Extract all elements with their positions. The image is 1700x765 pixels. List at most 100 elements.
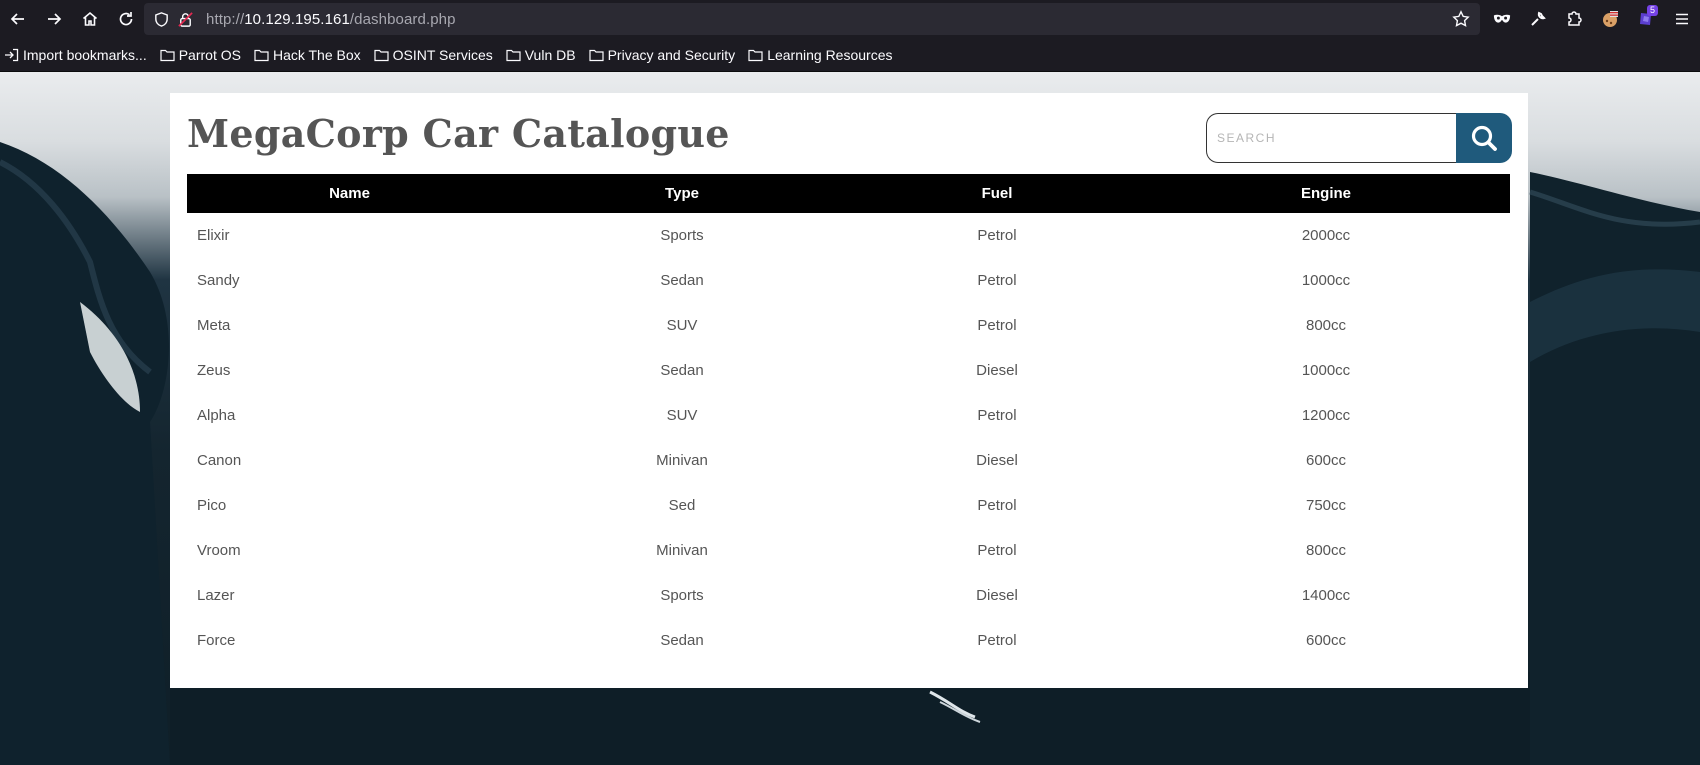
- cell-engine: 800cc: [1305, 542, 1347, 559]
- cell-type: SUV: [666, 407, 698, 424]
- folder-icon: [588, 49, 604, 61]
- cell-name: Canon: [197, 452, 242, 469]
- cell-engine: 1000cc: [1301, 362, 1351, 379]
- table-header-row: Name Type Fuel Engine: [187, 174, 1510, 213]
- forward-arrow-icon: [48, 13, 62, 25]
- cell-type: Minivan: [656, 452, 708, 469]
- column-header-fuel[interactable]: Fuel: [852, 174, 1142, 213]
- catalogue-card: MegaCorp Car Catalogue Name Type Fuel En…: [170, 93, 1528, 688]
- bookmark-label: Parrot OS: [178, 46, 241, 63]
- wrench-icon[interactable]: [1520, 0, 1556, 38]
- table-row: Force Sedan Petrol 600cc: [187, 618, 1510, 663]
- bookmark-osint-services[interactable]: OSINT Services: [374, 47, 493, 63]
- cell-type: Sedan: [660, 362, 704, 379]
- cell-fuel: Diesel: [976, 362, 1018, 379]
- cell-fuel: Petrol: [977, 272, 1017, 289]
- extensions-puzzle-icon[interactable]: [1556, 0, 1592, 38]
- folder-icon: [160, 49, 175, 61]
- table-row: Elixir Sports Petrol 2000cc: [187, 213, 1510, 258]
- folder-icon: [254, 49, 269, 61]
- extension-with-badge[interactable]: 5: [1628, 0, 1664, 38]
- bookmark-label: Import bookmarks...: [23, 46, 147, 63]
- table-row: Lazer Sports Diesel 1400cc: [187, 573, 1510, 618]
- cell-fuel: Diesel: [976, 587, 1018, 604]
- cell-fuel: Petrol: [977, 407, 1017, 424]
- home-button[interactable]: [72, 0, 108, 38]
- url-path: /dashboard.php: [349, 10, 456, 28]
- search-input[interactable]: [1206, 113, 1458, 163]
- home-icon: [82, 11, 98, 26]
- cookie-extension-icon[interactable]: [1592, 0, 1628, 38]
- table-row: Alpha SUV Petrol 1200cc: [187, 393, 1510, 438]
- cell-type: Sports: [660, 227, 704, 244]
- bookmark-label: Vuln DB: [524, 46, 576, 63]
- column-header-name[interactable]: Name: [187, 174, 512, 213]
- cell-engine: 800cc: [1305, 317, 1347, 334]
- back-button[interactable]: [0, 0, 36, 38]
- bookmark-parrot-os[interactable]: Parrot OS: [160, 47, 241, 63]
- cell-fuel: Petrol: [977, 497, 1017, 514]
- folder-icon: [374, 49, 389, 61]
- page-title: MegaCorp Car Catalogue: [187, 111, 730, 156]
- insecure-lock-icon[interactable]: [176, 10, 194, 28]
- table-row: Zeus Sedan Diesel 1000cc: [187, 348, 1510, 393]
- car-catalogue-table: Name Type Fuel Engine Elixir Sports Petr…: [187, 174, 1510, 663]
- bookmark-hack-the-box[interactable]: Hack The Box: [254, 47, 361, 63]
- cell-type: Minivan: [656, 542, 708, 559]
- table-row: Sandy Sedan Petrol 1000cc: [187, 258, 1510, 303]
- hamburger-menu-icon: [1676, 13, 1688, 25]
- table-row: Canon Minivan Diesel 600cc: [187, 438, 1510, 483]
- shield-icon[interactable]: [152, 10, 170, 28]
- bookmark-privacy-and-security[interactable]: Privacy and Security: [588, 46, 736, 63]
- cell-fuel: Diesel: [976, 452, 1018, 469]
- browser-toolbar: http://10.129.195.161/dashboard.php 5: [0, 0, 1700, 38]
- bookmark-vuln-db[interactable]: Vuln DB: [506, 47, 576, 63]
- folder-icon: [506, 49, 521, 61]
- table-row: Meta SUV Petrol 800cc: [187, 303, 1510, 348]
- column-header-type[interactable]: Type: [512, 174, 852, 213]
- search-button[interactable]: [1456, 113, 1512, 163]
- reload-icon: [119, 12, 133, 26]
- bookmark-label: OSINT Services: [392, 46, 493, 63]
- page-viewport: MegaCorp Car Catalogue Name Type Fuel En…: [0, 72, 1700, 765]
- reload-button[interactable]: [108, 0, 144, 38]
- cell-engine: 1000cc: [1301, 272, 1351, 289]
- cell-fuel: Petrol: [977, 632, 1017, 649]
- cell-engine: 750cc: [1305, 497, 1347, 514]
- cell-engine: 2000cc: [1301, 227, 1351, 244]
- bookmark-star-icon[interactable]: [1452, 10, 1470, 33]
- cell-type: SUV: [666, 317, 698, 334]
- cell-engine: 600cc: [1305, 632, 1347, 649]
- forward-button[interactable]: [36, 0, 72, 38]
- menu-button[interactable]: [1664, 0, 1700, 38]
- search-form: [1206, 113, 1512, 163]
- back-arrow-icon: [10, 13, 24, 25]
- bookmark-label: Learning Resources: [767, 46, 893, 63]
- toolbar-extensions: 5: [1484, 0, 1700, 38]
- cell-fuel: Petrol: [977, 317, 1017, 334]
- cell-name: Pico: [197, 497, 227, 514]
- cell-type: Sports: [660, 587, 704, 604]
- url-bar[interactable]: http://10.129.195.161/dashboard.php: [144, 3, 1480, 35]
- search-icon: [1471, 125, 1497, 151]
- url-text[interactable]: http://10.129.195.161/dashboard.php: [206, 11, 456, 28]
- cell-engine: 600cc: [1305, 452, 1347, 469]
- cell-fuel: Petrol: [977, 542, 1017, 559]
- extension-badge: 5: [1646, 5, 1658, 16]
- bookmark-import[interactable]: Import bookmarks...: [4, 47, 147, 63]
- cell-name: Vroom: [197, 542, 241, 559]
- table-row: Pico Sed Petrol 750cc: [187, 483, 1510, 528]
- import-icon: [5, 48, 19, 61]
- column-header-engine[interactable]: Engine: [1142, 174, 1510, 213]
- cell-name: Force: [197, 632, 236, 649]
- cell-type: Sed: [668, 497, 696, 514]
- bookmark-label: Privacy and Security: [607, 46, 736, 63]
- cell-type: Sedan: [660, 272, 704, 289]
- cell-engine: 1400cc: [1301, 587, 1351, 604]
- table-row: Vroom Minivan Petrol 800cc: [187, 528, 1510, 573]
- url-host: 10.129.195.161: [244, 10, 350, 28]
- private-mask-icon[interactable]: [1484, 0, 1520, 38]
- bookmark-learning-resources[interactable]: Learning Resources: [748, 47, 892, 63]
- cell-type: Sedan: [660, 632, 704, 649]
- bookmarks-bar: Import bookmarks... Parrot OS Hack The B…: [0, 38, 1700, 72]
